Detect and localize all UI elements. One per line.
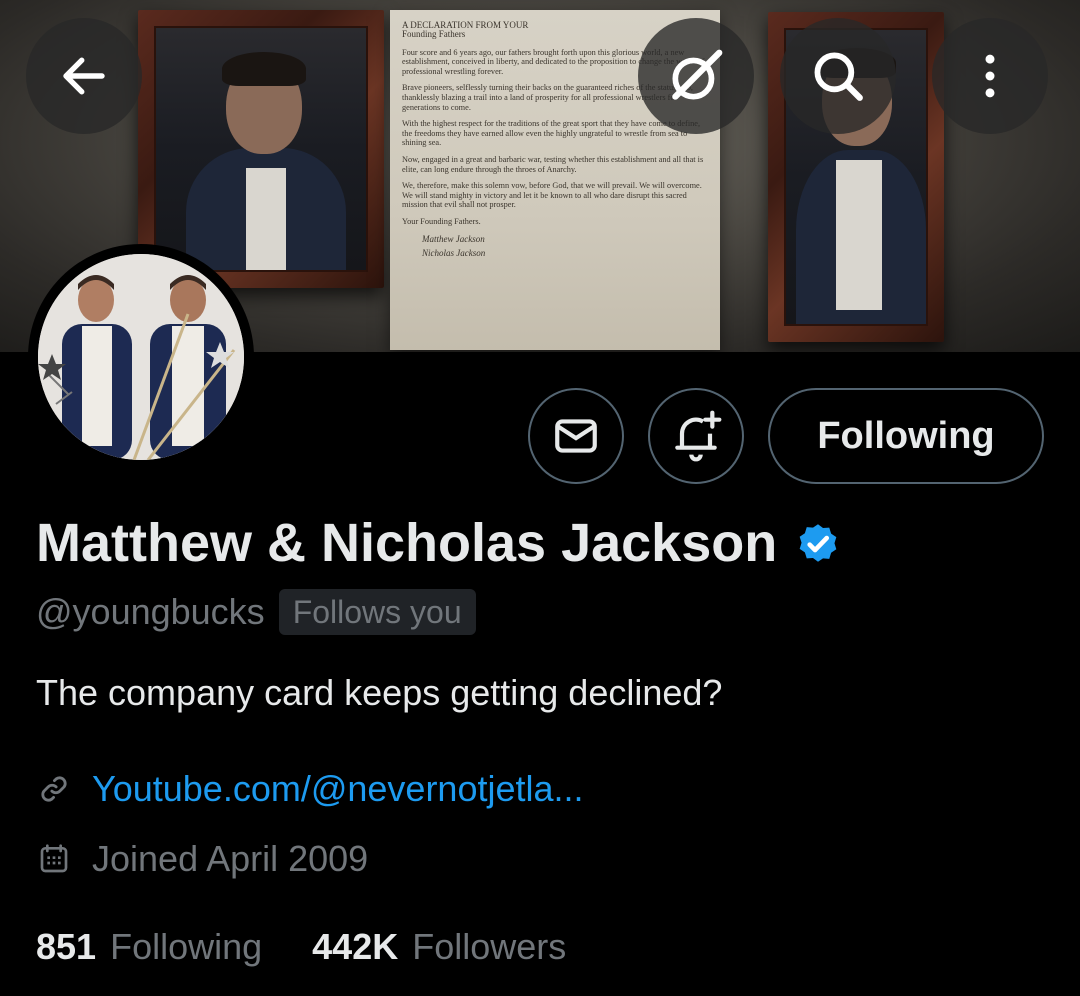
avatar-photo <box>38 254 244 460</box>
more-vertical-icon <box>985 54 995 98</box>
joined-date: Joined April 2009 <box>92 838 369 879</box>
message-button[interactable] <box>528 388 624 484</box>
search-icon <box>814 52 863 101</box>
handle-row: @youngbucks Follows you <box>36 586 476 638</box>
grok-button[interactable] <box>638 18 754 134</box>
more-options-button[interactable] <box>932 18 1048 134</box>
profile-bio: The company card keeps getting declined? <box>36 672 723 713</box>
followers-stat[interactable]: 442K Followers <box>312 926 566 968</box>
profile-avatar[interactable] <box>28 244 254 470</box>
joined-date-row: Joined April 2009 <box>36 834 368 884</box>
grok-slash-icon <box>672 49 723 100</box>
calendar-icon <box>36 841 72 877</box>
profile-website-row[interactable]: Youtube.com/@nevernotjetla... <box>36 764 584 814</box>
following-stat[interactable]: 851 Following <box>36 926 262 968</box>
verified-badge-icon[interactable] <box>793 518 843 568</box>
followers-count: 442K <box>312 926 399 967</box>
search-button[interactable] <box>780 18 896 134</box>
link-icon <box>36 771 72 807</box>
mail-icon <box>555 419 597 453</box>
back-button[interactable] <box>26 18 142 134</box>
followers-label: Followers <box>412 926 567 967</box>
banner-portrait-left <box>138 10 384 288</box>
arrow-left-icon <box>63 57 105 95</box>
bell-plus-icon <box>675 410 722 462</box>
profile-name-row: Matthew & Nicholas Jackson <box>36 508 843 578</box>
username-handle: @youngbucks <box>36 591 265 632</box>
profile-website-link[interactable]: Youtube.com/@nevernotjetla... <box>92 768 584 810</box>
notifications-button[interactable] <box>648 388 744 484</box>
follow-stats: 851 Following 442K Followers <box>36 922 566 972</box>
following-count: 851 <box>36 926 97 967</box>
follows-you-badge: Follows you <box>278 589 476 635</box>
following-label: Following <box>110 926 263 967</box>
display-name: Matthew & Nicholas Jackson <box>36 513 778 573</box>
following-button[interactable]: Following <box>768 388 1044 484</box>
